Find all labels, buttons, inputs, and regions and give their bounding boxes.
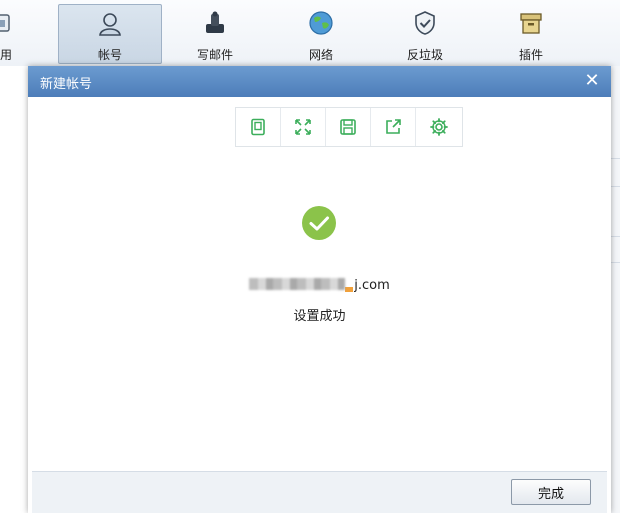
toolbar-label: 写邮件 <box>196 48 233 62</box>
new-account-dialog: 新建帐号 ✕ j.com 设置成功 完成 <box>28 66 611 513</box>
share-button[interactable] <box>371 108 416 146</box>
toolbar-label: 插件 <box>518 48 543 62</box>
toolbar-network-button[interactable]: 网络 <box>280 4 362 64</box>
background-divider <box>611 236 620 237</box>
toolbar-label: 网络 <box>308 48 333 62</box>
background-right-pane <box>611 66 620 513</box>
window-mode-button[interactable] <box>236 108 281 146</box>
account-email: j.com <box>32 278 607 293</box>
expand-icon <box>295 119 311 135</box>
share-icon <box>386 119 401 134</box>
email-domain: j.com <box>354 278 390 293</box>
gear-icon <box>429 118 448 136</box>
window-icon <box>251 118 265 136</box>
window-control-toolbar <box>235 107 463 147</box>
background-divider <box>611 186 620 187</box>
toolbar-compose-button[interactable]: 写邮件 <box>174 4 256 64</box>
background-divider <box>611 158 620 159</box>
fullscreen-button[interactable] <box>281 108 326 146</box>
redaction-marker <box>345 287 354 292</box>
success-check-icon <box>302 206 336 240</box>
dialog-footer: 完成 <box>32 471 607 513</box>
toolbar-common-button[interactable]: 常用 <box>0 4 24 64</box>
user-icon <box>95 9 125 38</box>
redacted-text <box>249 278 346 290</box>
toolbar-label: 反垃圾 <box>406 48 443 62</box>
finish-button[interactable]: 完成 <box>511 479 591 505</box>
dialog-title: 新建帐号 <box>40 77 93 92</box>
save-icon <box>340 119 356 135</box>
dialog-title-bar[interactable]: 新建帐号 ✕ <box>28 66 611 97</box>
main-toolbar: 常用 帐号 写邮件 网络 反垃圾 <box>0 0 620 67</box>
shield-icon <box>410 8 440 38</box>
compose-icon <box>200 8 230 38</box>
dialog-body: j.com 设置成功 <box>32 97 607 471</box>
toolbar-label: 帐号 <box>97 48 122 62</box>
toolbar-plugin-button[interactable]: 插件 <box>490 4 572 64</box>
toolbar-label: 常用 <box>0 48 12 62</box>
settings-button[interactable] <box>416 108 461 146</box>
toolbar-account-button[interactable]: 帐号 <box>58 4 162 64</box>
background-divider <box>611 262 620 263</box>
box-icon <box>516 8 546 38</box>
background-left-pane <box>0 66 29 513</box>
globe-icon <box>306 8 336 38</box>
save-button[interactable] <box>326 108 371 146</box>
app-window: 常用 帐号 写邮件 网络 反垃圾 <box>0 0 620 513</box>
status-message: 设置成功 <box>293 309 346 324</box>
calendar-icon <box>0 8 15 38</box>
toolbar-antispam-button[interactable]: 反垃圾 <box>384 4 466 64</box>
close-icon[interactable]: ✕ <box>583 72 601 90</box>
